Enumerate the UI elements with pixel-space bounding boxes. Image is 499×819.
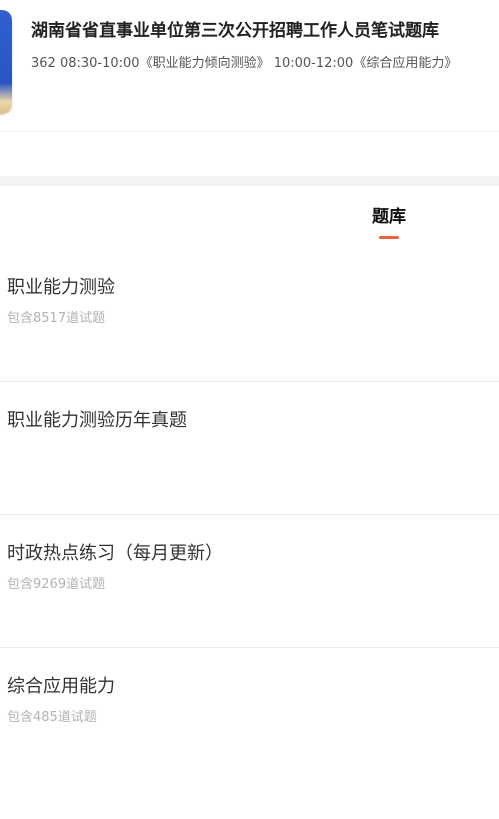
- active-tab-indicator: [379, 236, 399, 239]
- bank-title: 职业能力测验: [7, 277, 115, 298]
- exam-schedule: 362 08:30-10:00《职业能力倾向测验》 10:00-12:00《综合…: [31, 56, 458, 71]
- exam-cover-thumbnail: [0, 10, 12, 114]
- exam-header-card[interactable]: 湖南省省直事业单位第三次公开招聘工作人员笔试题库 362 08:30-10:00…: [0, 0, 499, 132]
- bank-title: 时政热点练习（每月更新）: [7, 543, 223, 564]
- bank-question-count: 包含8517道试题: [7, 311, 106, 326]
- bank-question-count: 包含9269道试题: [7, 577, 106, 592]
- tab-label: 题库: [372, 207, 406, 227]
- divider: [0, 131, 499, 132]
- bank-title: 综合应用能力: [7, 676, 115, 697]
- question-bank-list: 职业能力测验 包含8517道试题 职业能力测验历年真题 时政热点练习（每月更新）…: [0, 249, 499, 781]
- list-item[interactable]: 综合应用能力 包含485道试题: [0, 648, 499, 781]
- exam-title: 湖南省省直事业单位第三次公开招聘工作人员笔试题库: [31, 21, 439, 41]
- list-item[interactable]: 职业能力测验历年真题: [0, 382, 499, 515]
- section-separator: [0, 176, 499, 186]
- list-item[interactable]: 职业能力测验 包含8517道试题: [0, 249, 499, 382]
- bank-title: 职业能力测验历年真题: [7, 410, 187, 431]
- tab-question-bank[interactable]: 题库: [358, 203, 420, 243]
- list-item[interactable]: 时政热点练习（每月更新） 包含9269道试题: [0, 515, 499, 648]
- bank-question-count: 包含485道试题: [7, 710, 97, 725]
- page: 湖南省省直事业单位第三次公开招聘工作人员笔试题库 362 08:30-10:00…: [0, 0, 499, 819]
